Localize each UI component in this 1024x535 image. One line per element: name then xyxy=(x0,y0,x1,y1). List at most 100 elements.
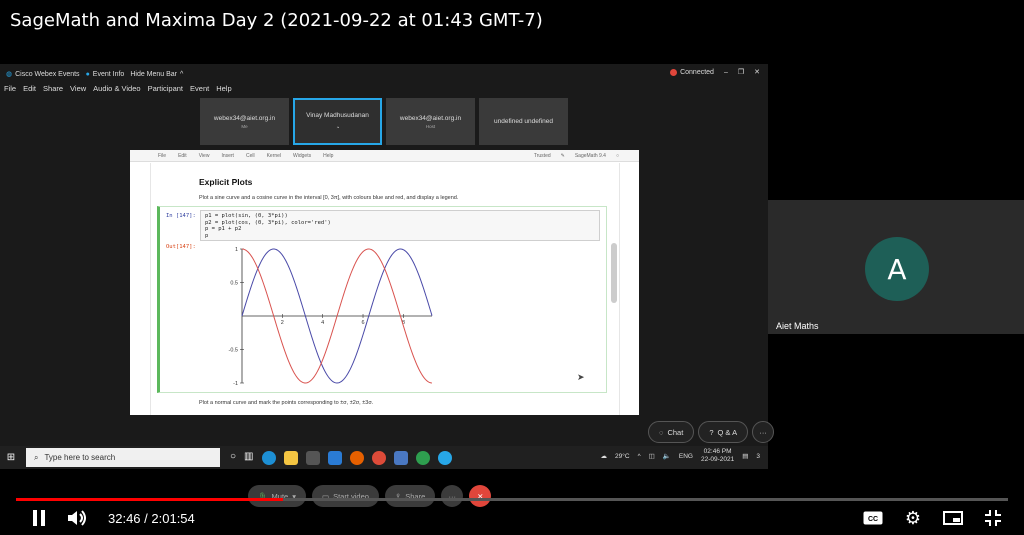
taskbar-search[interactable]: ⌕ Type here to search xyxy=(26,448,220,467)
status-dot-icon xyxy=(670,68,678,76)
menu-help[interactable]: Help xyxy=(216,84,231,98)
side-more-button[interactable]: ··· xyxy=(752,421,775,443)
webex-logo-icon: ◍ xyxy=(6,71,13,78)
menu-event[interactable]: Event xyxy=(190,84,209,98)
y-tick-label: 0.5 xyxy=(230,281,238,287)
chrome-profile-icon[interactable] xyxy=(415,450,430,465)
chrome-icon[interactable] xyxy=(371,450,386,465)
participant-panel: A Aiet Maths xyxy=(768,200,1024,334)
input-prompt: In [147]: xyxy=(166,213,196,219)
kernel-status-icon: ○ xyxy=(615,152,619,159)
player-left-controls: 32:46 / 2:01:54 xyxy=(28,508,195,528)
leave-meeting-button[interactable]: ✕ xyxy=(469,485,492,507)
notification-count: 3 xyxy=(756,452,760,460)
app-icon[interactable] xyxy=(393,450,408,465)
menu-view[interactable]: View xyxy=(70,84,86,98)
nb-menu-file[interactable]: File xyxy=(158,153,166,159)
menu-edit[interactable]: Edit xyxy=(23,84,36,98)
captions-button[interactable]: CC xyxy=(862,508,884,528)
language-indicator[interactable]: ENG xyxy=(679,453,693,460)
participant-tiles: webex34@aiet.org.in Me Vinay Madhusudana… xyxy=(200,98,568,145)
participant-tile[interactable]: undefined undefined xyxy=(479,98,568,145)
nb-menu-insert[interactable]: Insert xyxy=(221,153,234,159)
fullscreen-button[interactable] xyxy=(982,508,1004,528)
store-icon[interactable] xyxy=(305,450,320,465)
notebook-scrollbar[interactable] xyxy=(611,243,617,303)
task-view-icon[interactable]: ▥ xyxy=(244,451,253,465)
code-editor[interactable]: p1 = plot(sin, (0, 3*pi)) p2 = plot(cos,… xyxy=(200,210,600,241)
kernel-name: SageMath 9.4 xyxy=(574,152,606,159)
participant-tile[interactable]: webex34@aiet.org.in Me xyxy=(200,98,289,145)
notification-icon[interactable]: ▤ xyxy=(742,452,748,460)
chat-button[interactable]: ◌ Chat xyxy=(648,421,695,443)
cortana-icon[interactable]: ○ xyxy=(230,451,236,465)
x-tick-label: 4 xyxy=(321,320,324,326)
captions-icon: CC xyxy=(863,511,883,525)
nb-menu-view[interactable]: View xyxy=(199,153,210,159)
volume-icon[interactable]: 🔈 xyxy=(663,452,671,460)
participant-tile[interactable]: webex34@aiet.org.in Host xyxy=(386,98,475,145)
mail-icon[interactable] xyxy=(327,450,342,465)
miniplayer-button[interactable] xyxy=(942,508,964,528)
minimize-icon[interactable]: – xyxy=(724,69,728,76)
svg-text:CC: CC xyxy=(868,516,878,523)
more-icon: ··· xyxy=(759,427,767,437)
close-icon[interactable]: ✕ xyxy=(754,68,760,76)
notebook-menu-bar: File Edit View Insert Cell Kernel Widget… xyxy=(130,150,639,162)
shared-notebook: File Edit View Insert Cell Kernel Widget… xyxy=(130,150,639,415)
webex-menu-bar: File Edit Share View Audio & Video Parti… xyxy=(0,84,232,98)
nb-menu-edit[interactable]: Edit xyxy=(178,153,187,159)
tray-chevron-icon[interactable]: ^ xyxy=(638,453,641,460)
nb-menu-help[interactable]: Help xyxy=(323,153,333,159)
sine-cosine-plot: 2 4 6 810.5-0.5-1 xyxy=(229,247,433,387)
nb-menu-cell[interactable]: Cell xyxy=(246,153,255,159)
qa-button[interactable]: ? Q & A xyxy=(698,421,749,443)
nb-menu-kernel[interactable]: Kernel xyxy=(267,153,281,159)
event-info-button[interactable]: ● Event Info xyxy=(86,71,125,78)
restore-icon[interactable]: ❐ xyxy=(738,68,744,76)
taskbar-apps: ○ ▥ xyxy=(230,450,452,465)
connection-status: Connected xyxy=(670,68,714,76)
windows-start-icon[interactable]: ⊞ xyxy=(0,452,22,463)
weather-temp[interactable]: 29°C xyxy=(615,453,630,460)
mute-button[interactable]: 🎙 Mute ▾ xyxy=(248,485,306,507)
pause-button[interactable] xyxy=(28,508,50,528)
weather-icon: ☁ xyxy=(600,453,608,460)
code-cell[interactable]: In [147]: p1 = plot(sin, (0, 3*pi)) p2 =… xyxy=(157,206,607,393)
miniplayer-icon xyxy=(943,511,963,525)
settings-button[interactable]: ⚙ xyxy=(902,508,924,528)
menu-participant[interactable]: Participant xyxy=(148,84,183,98)
qa-icon: ? xyxy=(709,427,714,437)
participant-name: Aiet Maths xyxy=(776,321,819,331)
nb-menu-widgets[interactable]: Widgets xyxy=(293,153,311,159)
participant-tile-active[interactable]: Vinay Madhusudanan ◔ xyxy=(293,98,382,145)
video-player[interactable]: SageMath and Maxima Day 2 (2021-09-22 at… xyxy=(0,0,1024,535)
menu-share[interactable]: Share xyxy=(43,84,63,98)
webex-app-name: ◍ Cisco Webex Events xyxy=(6,70,80,79)
info-icon: ● xyxy=(85,70,90,78)
video-title: SageMath and Maxima Day 2 (2021-09-22 at… xyxy=(10,10,543,31)
start-video-button[interactable]: ▭ Start video xyxy=(311,485,379,507)
taskbar-clock[interactable]: 02:46 PM 22-09-2021 xyxy=(701,448,734,464)
x-tick-label: 6 xyxy=(361,320,364,326)
hide-menu-button[interactable]: Hide Menu Bar ^ xyxy=(130,71,183,78)
volume-button[interactable] xyxy=(66,508,88,528)
pause-icon xyxy=(33,510,45,526)
gear-icon: ⚙ xyxy=(904,507,922,528)
menu-audio-video[interactable]: Audio & Video xyxy=(93,84,140,98)
share-button[interactable]: ⇪ Share xyxy=(384,485,436,507)
network-icon[interactable]: ◫ xyxy=(649,452,655,460)
firefox-icon[interactable] xyxy=(349,450,364,465)
edge-icon[interactable] xyxy=(261,450,276,465)
search-icon: ⌕ xyxy=(34,452,39,462)
progress-bar[interactable] xyxy=(16,498,1008,501)
output-prompt: Out[147]: xyxy=(166,244,196,250)
section-description: Plot a sine curve and a cosine curve in … xyxy=(199,195,459,201)
more-options-button[interactable]: ··· xyxy=(441,485,464,507)
menu-file[interactable]: File xyxy=(4,84,16,98)
system-tray: ☁ 29°C ^ ◫ 🔈 ENG 02:46 PM 22-09-2021 ▤ 3 xyxy=(601,448,760,464)
chat-icon: ◌ xyxy=(659,427,664,437)
side-controls: ◌ Chat ? Q & A ··· xyxy=(648,421,775,443)
webex-taskbar-icon[interactable] xyxy=(437,450,452,465)
file-explorer-icon[interactable] xyxy=(283,450,298,465)
